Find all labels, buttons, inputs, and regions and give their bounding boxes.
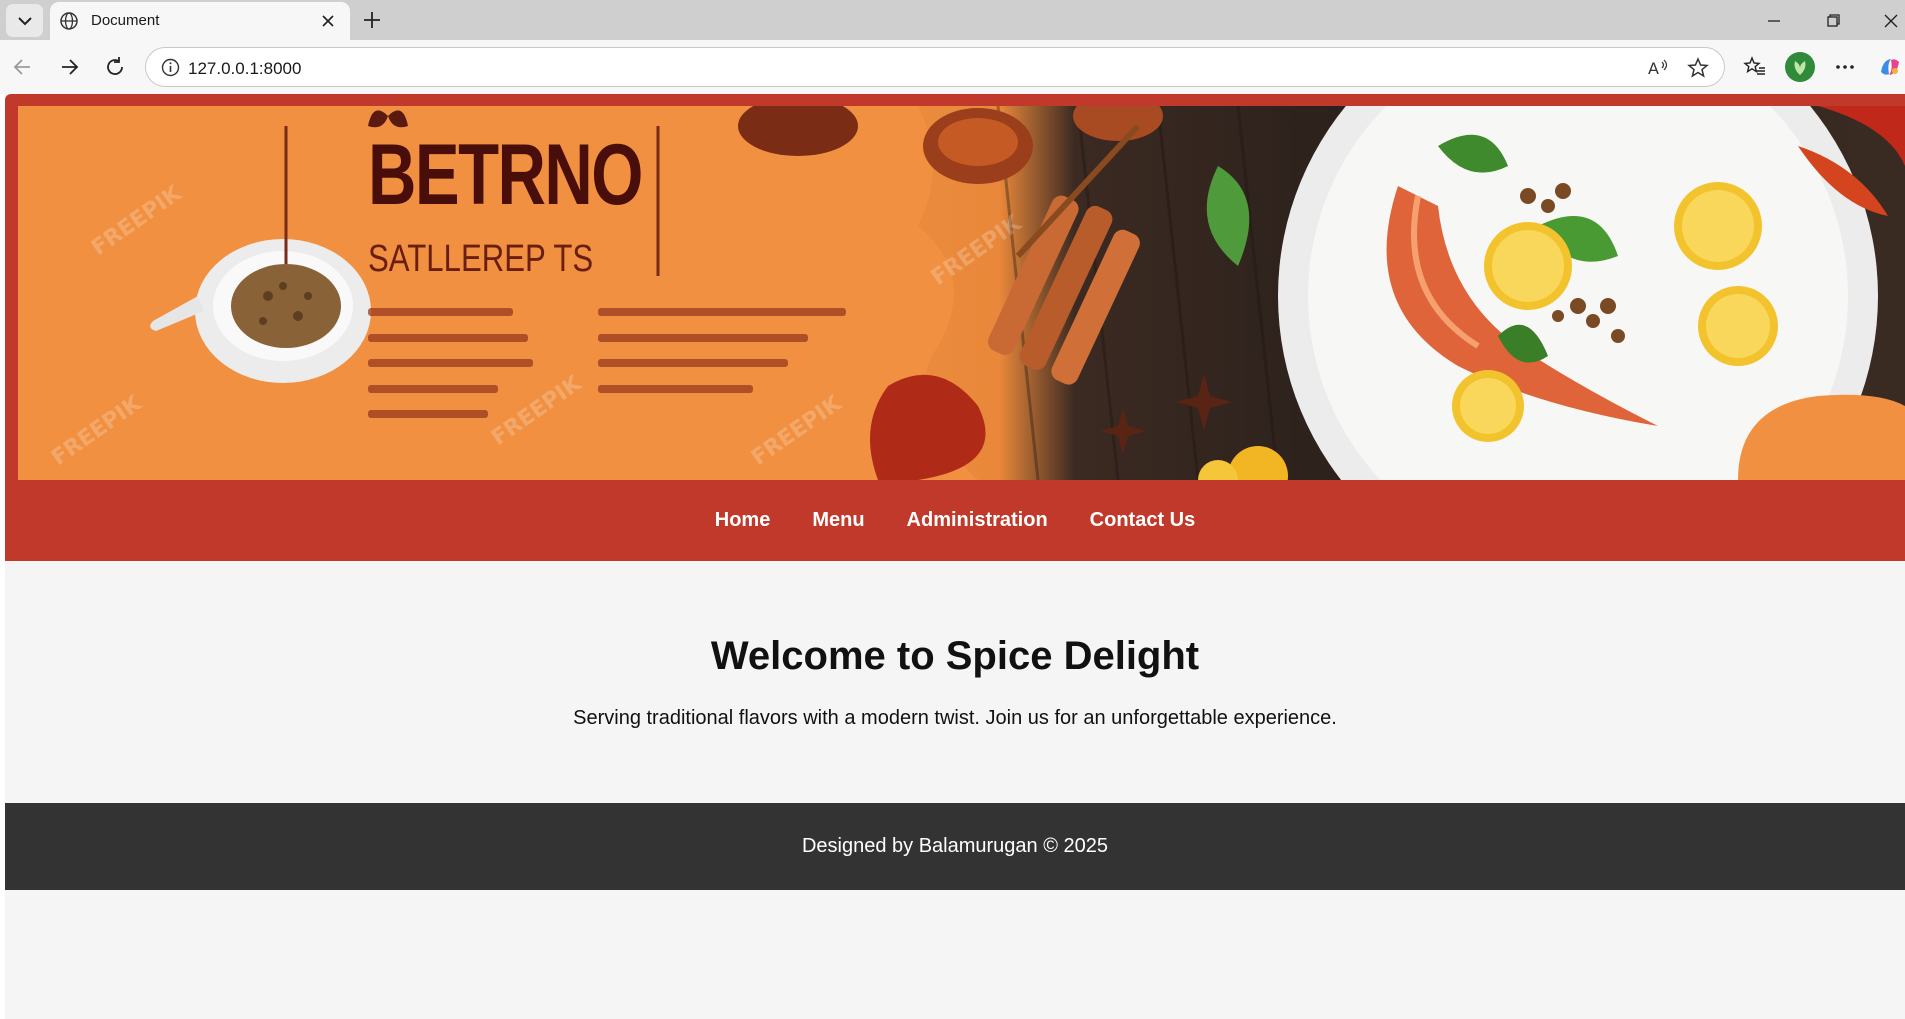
site-header: FREEPIK FREEPIK FREEPIK FREEPIK FREEPIK …	[5, 94, 1905, 561]
more-icon[interactable]	[1832, 54, 1858, 80]
close-window-icon[interactable]	[1878, 8, 1904, 34]
browser-tab[interactable]: Document	[50, 2, 350, 40]
address-bar[interactable]: 127.0.0.1:8000 A	[145, 47, 1725, 87]
copilot-icon[interactable]	[1877, 54, 1903, 80]
nav-administration[interactable]: Administration	[907, 509, 1048, 532]
nav-menu[interactable]: Menu	[812, 509, 864, 532]
refresh-icon[interactable]	[102, 54, 128, 80]
url-text[interactable]: 127.0.0.1:8000	[188, 59, 301, 79]
forward-icon[interactable]	[56, 54, 82, 80]
nav-contact-us[interactable]: Contact Us	[1090, 509, 1196, 532]
svg-text:A: A	[1648, 59, 1659, 78]
back-icon[interactable]	[10, 54, 36, 80]
favorite-star-icon[interactable]	[1686, 56, 1710, 80]
close-tab-icon[interactable]	[318, 11, 338, 31]
browser-toolbar: 127.0.0.1:8000 A	[0, 40, 1905, 94]
info-icon[interactable]	[160, 57, 181, 78]
banner-brand-title: BETRNO	[368, 127, 643, 223]
minimize-icon[interactable]	[1761, 8, 1787, 34]
banner-image: FREEPIK FREEPIK FREEPIK FREEPIK FREEPIK …	[18, 106, 1905, 480]
web-page: FREEPIK FREEPIK FREEPIK FREEPIK FREEPIK …	[5, 94, 1905, 1019]
browser-tab-bar: Document	[0, 0, 1905, 40]
profile-avatar[interactable]	[1785, 52, 1815, 82]
nav-home[interactable]: Home	[715, 509, 771, 532]
tab-list-icon[interactable]	[6, 4, 43, 37]
restore-icon[interactable]	[1820, 8, 1846, 34]
new-tab-icon[interactable]	[360, 8, 384, 32]
banner-watermark: FREEPIK	[927, 211, 1027, 291]
favorites-icon[interactable]	[1742, 54, 1768, 80]
main-navigation: Home Menu Administration Contact Us	[5, 480, 1905, 561]
footer-credit: Designed by Balamurugan © 2025	[801, 835, 1109, 857]
tagline: Serving traditional flavors with a moder…	[573, 707, 1337, 729]
welcome-section: Welcome to Spice Delight Serving traditi…	[5, 634, 1905, 730]
site-footer: Designed by Balamurugan © 2025	[5, 803, 1905, 890]
tab-title: Document	[91, 12, 160, 29]
page-title: Welcome to Spice Delight	[710, 634, 1200, 678]
banner-brand-subtitle: SATLLEREP TS	[368, 238, 594, 280]
read-aloud-icon[interactable]: A	[1646, 56, 1670, 80]
globe-icon	[60, 12, 78, 30]
